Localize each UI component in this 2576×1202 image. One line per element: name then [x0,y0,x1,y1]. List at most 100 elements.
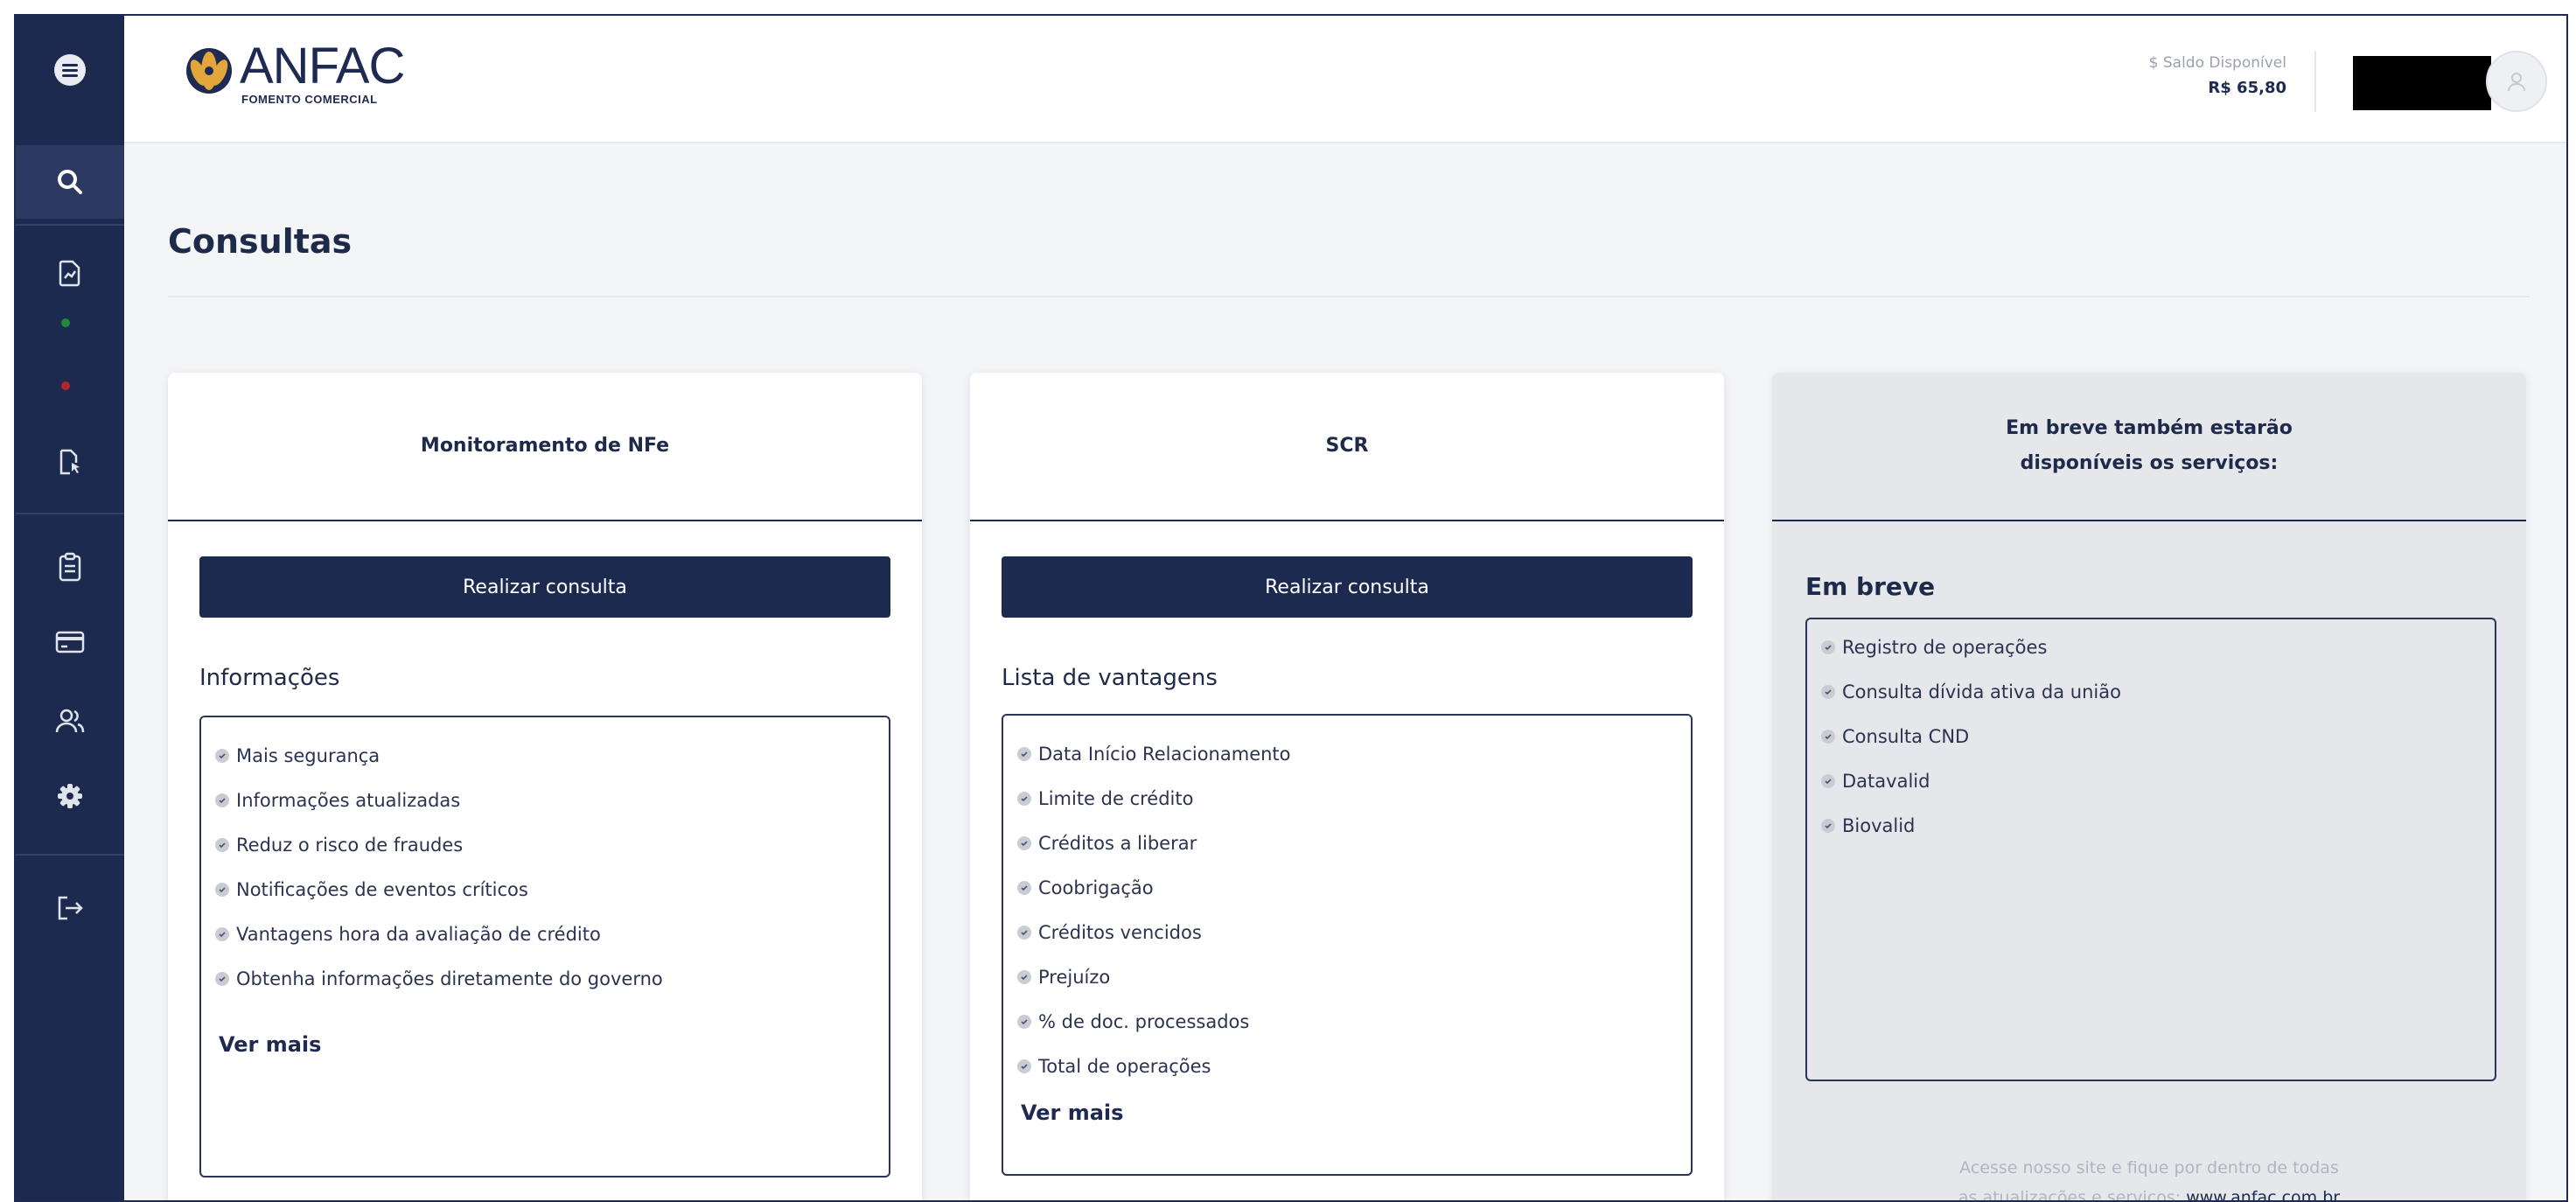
sidebar-divider [16,224,124,226]
list-item: Créditos vencidos [1017,910,1691,954]
check-icon [1017,835,1031,850]
card-title: SCR [1325,435,1369,457]
list-item: Consulta CND [1821,714,2495,758]
logo-mark-icon [186,48,232,94]
list-item: Biovalid [1821,803,2495,848]
nfe-consult-button[interactable]: Realizar consulta [199,556,890,618]
section-label: Em breve [1805,572,1936,601]
gear-icon [58,784,82,808]
see-more-link[interactable]: Ver mais [219,1032,321,1057]
list-item-label: Limite de crédito [1038,787,1194,809]
list-item: Mais segurança [215,733,889,778]
sidebar-item-payments[interactable] [16,607,124,677]
list-item-label: % de doc. processados [1038,1010,1250,1032]
check-icon [1821,818,1835,833]
sidebar-item-users[interactable] [16,686,124,756]
redacted-user-name [2353,56,2491,110]
credit-card-icon [55,631,85,653]
app-frame: ANFAC FOMENTO COMERCIAL $ Saldo Disponív… [14,14,2568,1202]
sidebar-divider [16,513,124,514]
list-item: Vantagens hora da avaliação de crédito [215,912,889,956]
search-icon [58,170,82,194]
sidebar-item-search[interactable] [16,145,124,219]
sidebar-item-settings[interactable] [16,761,124,831]
sidebar-item-clipboard[interactable] [16,532,124,602]
check-icon [1821,639,1835,654]
list-item-label: Datavalid [1842,770,1930,792]
check-icon [215,837,229,852]
coming-soon-list-box: Registro de operações Consulta dívida ati… [1805,618,2496,1081]
site-link[interactable]: www.anfac.com.br [2186,1188,2340,1200]
list-item: Obtenha informações diretamente do gover… [215,956,889,1001]
list-item: Prejuízo [1017,954,1691,999]
check-icon [1821,684,1835,699]
list-item-label: Total de operações [1038,1055,1211,1077]
see-more-link[interactable]: Ver mais [1021,1101,1123,1125]
coming-soon-list: Registro de operações Consulta dívida ati… [1807,619,2495,848]
section-label: Informações [199,665,340,691]
user-icon [2508,73,2525,92]
document-cursor-icon [59,449,80,475]
info-list-box: Mais segurança Informações atualizadas Red… [199,716,890,1178]
sidebar-item-documents[interactable] [16,427,124,497]
sidebar [16,16,124,1200]
card-nfe-monitoring: Monitoramento de NFe Realizar consulta I… [168,373,922,1200]
list-item: Reduz o risco de fraudes [215,822,889,867]
status-dot-red [61,381,70,390]
sidebar-item-logout[interactable] [16,873,124,943]
balance-display: $ Saldo Disponível R$ 65,80 [2149,54,2286,97]
check-icon [1017,925,1031,940]
advantages-list: Data Início Relacionamento Limite de créd… [1003,716,1691,1088]
list-item-label: Biovalid [1842,814,1916,836]
logout-icon [58,896,83,920]
site-note: Acesse nosso site e fique por dentro de … [1772,1153,2526,1202]
list-item-label: Obtenha informações diretamente do gover… [236,968,663,989]
list-item: Data Início Relacionamento [1017,731,1691,776]
list-item-label: Coobrigação [1038,877,1154,898]
title-divider [168,296,2530,297]
check-icon [1017,1014,1031,1029]
check-icon [215,926,229,941]
menu-button[interactable] [16,16,124,124]
list-item: Créditos a liberar [1017,821,1691,865]
check-icon [215,793,229,807]
check-icon [215,882,229,897]
check-icon [1821,773,1835,788]
balance-label: $ Saldo Disponível [2148,54,2286,72]
card-divider [1772,520,2526,521]
sidebar-item-reports[interactable] [16,238,124,308]
check-icon [1017,746,1031,761]
card-scr: SCR Realizar consulta Lista de vantagens… [970,373,1724,1200]
card-coming-soon: Em breve também estarão disponíveis os s… [1772,373,2526,1202]
logo-subtitle: FOMENTO COMERCIAL [241,93,378,106]
list-item-label: Créditos a liberar [1038,832,1197,854]
site-note-line1: Acesse nosso site e fique por dentro de … [1959,1158,2339,1178]
anfac-logo[interactable]: ANFAC FOMENTO COMERCIAL [182,41,405,106]
list-item-label: Data Início Relacionamento [1038,743,1291,765]
document-chart-icon [59,260,80,287]
check-icon [1017,1059,1031,1073]
header-divider [2314,51,2316,112]
list-item-label: Consulta dívida ativa da união [1842,681,2121,702]
list-item: Registro de operações [1821,625,2495,669]
check-icon [1017,880,1031,895]
list-item: Informações atualizadas [215,778,889,822]
sidebar-divider [16,854,124,856]
list-item: Consulta dívida ativa da união [1821,669,2495,714]
page-title: Consultas [168,222,353,261]
advantages-list-box: Data Início Relacionamento Limite de créd… [1002,714,1693,1176]
site-note-line2: as atualizações e serviços: [1958,1188,2182,1202]
check-icon [1017,969,1031,984]
check-icon [215,971,229,986]
avatar[interactable] [2486,51,2547,112]
list-item-label: Créditos vencidos [1038,921,1202,943]
list-item: Datavalid [1821,758,2495,803]
list-item-label: Registro de operações [1842,636,2048,658]
card-title-line2: disponíveis os serviços: [2020,452,2279,474]
list-item-label: Vantagens hora da avaliação de crédito [236,923,601,945]
menu-icon [54,54,86,86]
scr-consult-button[interactable]: Realizar consulta [1002,556,1693,618]
check-icon [215,748,229,763]
card-divider [970,520,1724,521]
check-icon [1821,729,1835,744]
